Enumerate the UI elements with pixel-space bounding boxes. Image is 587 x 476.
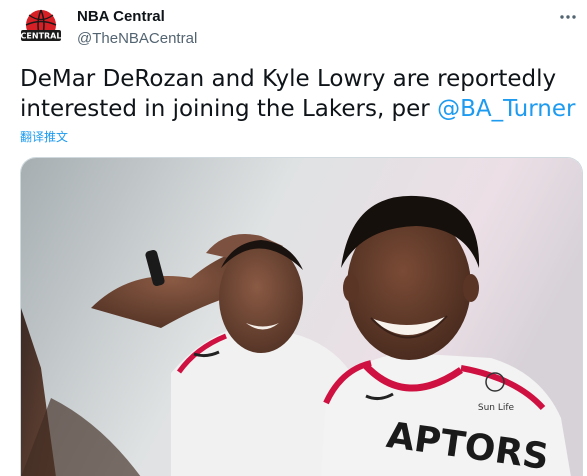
mention-link[interactable]: @BA_Turner xyxy=(437,96,575,122)
tweet-text: DeMar DeRozan and Kyle Lowry are reporte… xyxy=(20,64,580,124)
selfie-photo: Sun Life APTORS xyxy=(21,158,582,476)
author-handle[interactable]: @TheNBACentral xyxy=(77,30,197,47)
avatar-logo-text: CENTRAL xyxy=(21,32,62,41)
more-options-button[interactable] xyxy=(553,2,583,32)
author-name[interactable]: NBA Central xyxy=(77,8,165,25)
tweet-photo[interactable]: Sun Life APTORS xyxy=(20,157,583,476)
more-horizontal-icon xyxy=(560,15,576,19)
nba-central-logo-icon: CENTRAL xyxy=(17,4,65,52)
author-avatar[interactable]: CENTRAL xyxy=(17,4,65,52)
sponsor-patch: Sun Life xyxy=(478,403,515,413)
tweet-card: CENTRAL NBA Central @TheNBACentral DeMar… xyxy=(0,0,587,476)
translate-tweet-link[interactable]: 翻译推文 xyxy=(20,128,68,145)
